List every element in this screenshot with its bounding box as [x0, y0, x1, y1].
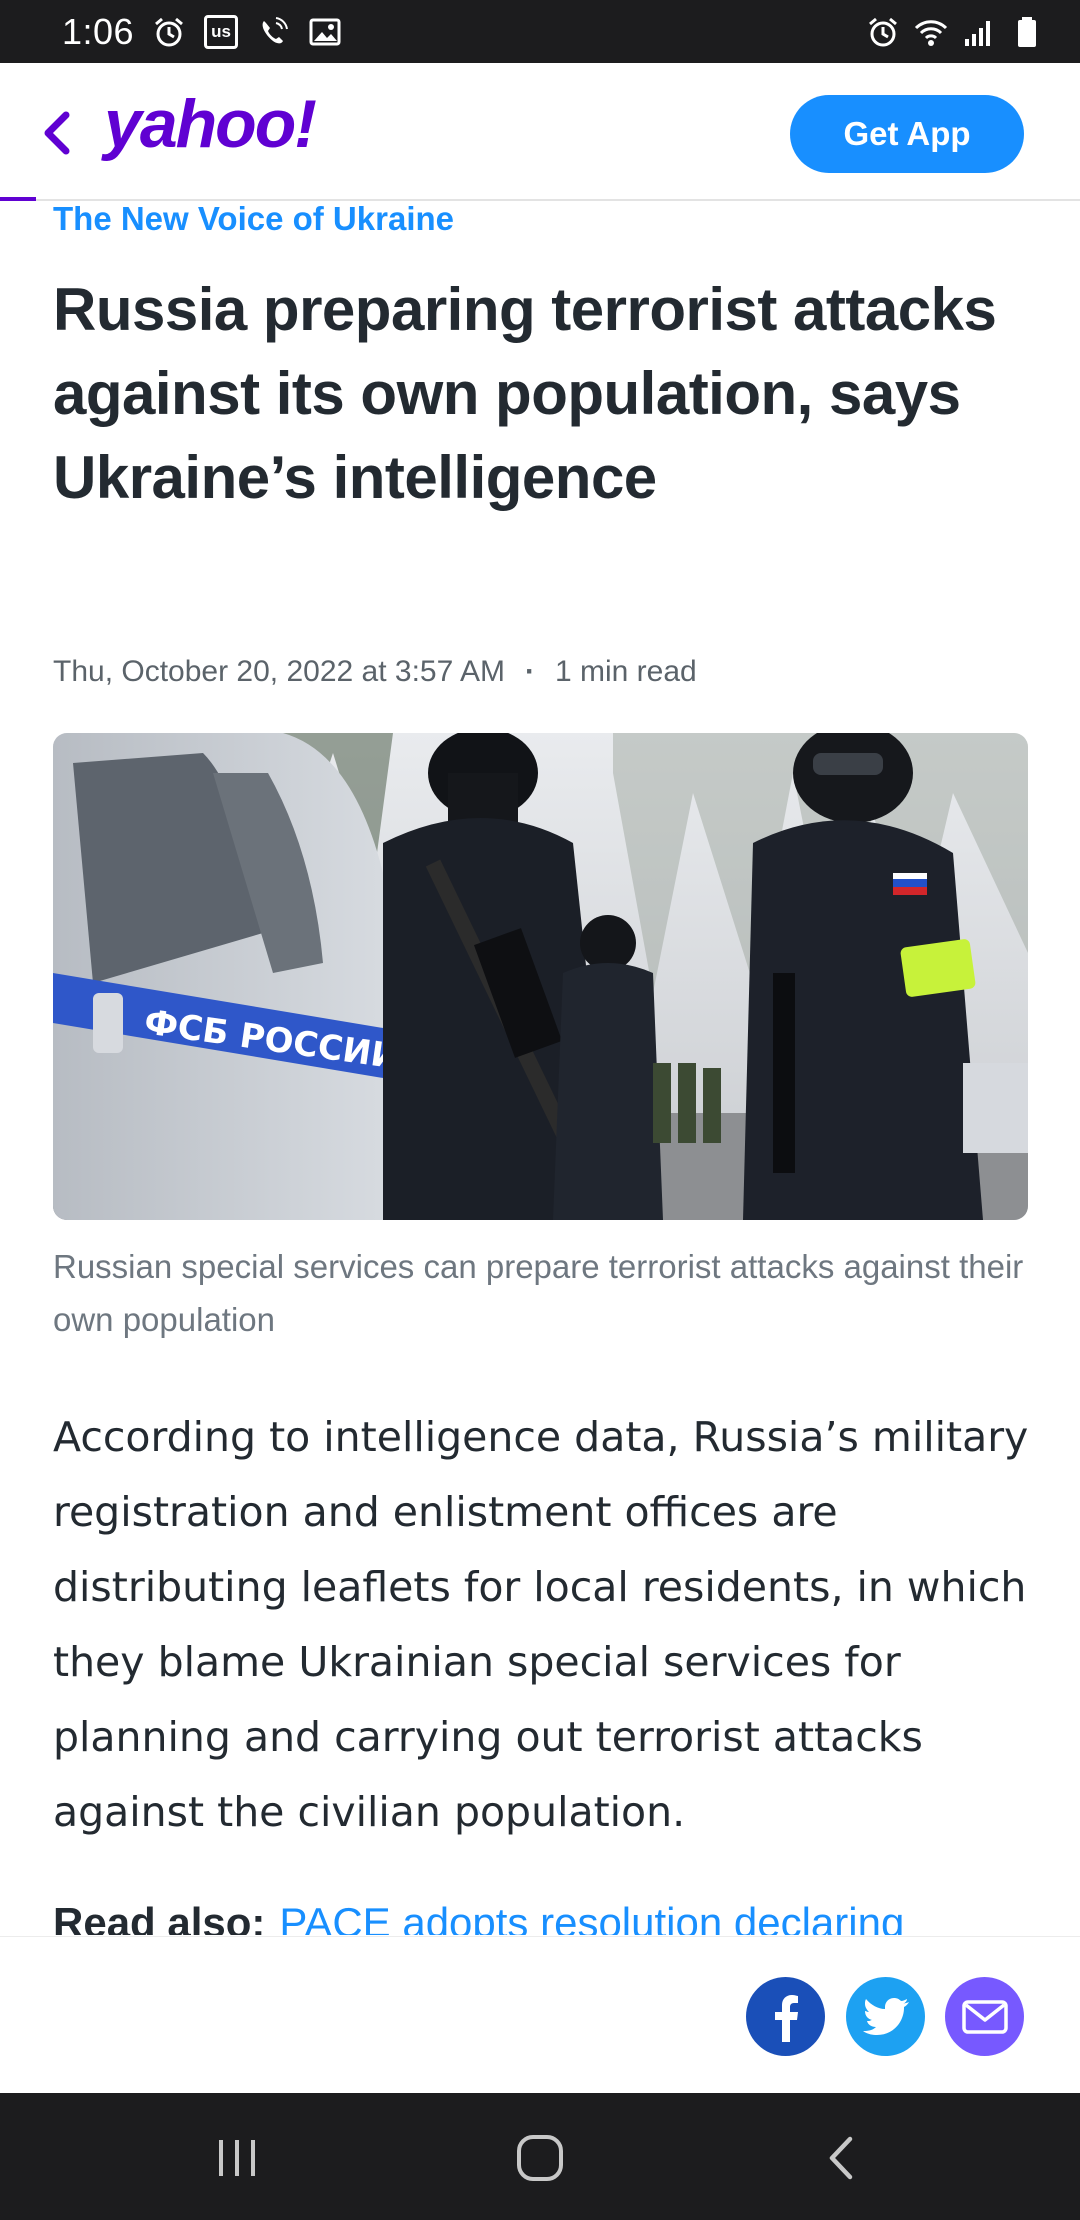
get-app-button[interactable]: Get App: [790, 95, 1024, 173]
twitter-icon: [862, 1997, 909, 2035]
us-badge-icon: us: [204, 15, 239, 49]
nav-back-button[interactable]: [807, 2123, 877, 2193]
status-left: 1:06 us: [62, 8, 342, 56]
article-date: Thu, October 20, 2022 at 3:57 AM: [53, 655, 505, 688]
mail-icon: [961, 1999, 1008, 2034]
app-header: yahoo! Get App: [0, 63, 1080, 201]
home-icon: [517, 2135, 563, 2181]
read-also-link[interactable]: PACE adopts resolution declaring: [279, 1899, 904, 1935]
back-chevron-icon[interactable]: [36, 103, 80, 163]
gallery-icon: [309, 18, 341, 46]
article-meta: Thu, October 20, 2022 at 3:57 AM · 1 min…: [53, 655, 697, 689]
alarm-icon: [869, 17, 897, 47]
status-bar: 1:06 us: [0, 0, 1080, 63]
article-hero-image[interactable]: ФСБ РОССИИ: [53, 733, 1028, 1220]
meta-separator: ·: [524, 655, 535, 688]
article-headline: Russia preparing terrorist attacks again…: [53, 276, 997, 511]
yahoo-logo[interactable]: yahoo!: [104, 85, 317, 163]
alarm-icon: [155, 17, 184, 47]
article-read-time: 1 min read: [554, 655, 697, 688]
image-caption: Russian special services can prepare ter…: [53, 1248, 1024, 1338]
share-email-button[interactable]: [945, 1977, 1024, 2056]
us-badge-text: us: [211, 22, 231, 41]
status-right: [866, 8, 1044, 56]
recent-apps-icon: [219, 2140, 255, 2176]
status-time: 1:06: [62, 11, 135, 52]
facebook-icon: [774, 1994, 798, 2042]
read-also: Read also: PACE adopts resolution declari…: [53, 1895, 1053, 1935]
android-nav-bar: [0, 2093, 1080, 2220]
battery-icon: [1018, 17, 1036, 47]
signal-icon: [965, 21, 990, 46]
share-bar: [0, 1936, 1080, 2093]
article-provider[interactable]: The New Voice of Ukraine: [53, 200, 454, 238]
read-also-label: Read also:: [53, 1899, 266, 1935]
reading-progress-bar: [0, 197, 36, 201]
back-icon: [829, 2136, 853, 2180]
home-button[interactable]: [505, 2123, 575, 2193]
wifi-call-icon: [262, 17, 289, 44]
share-facebook-button[interactable]: [746, 1977, 825, 2056]
article-body-paragraph: According to intelligence data, Russia’s…: [53, 1413, 1029, 1836]
wifi-icon: [914, 20, 948, 46]
recent-apps-button[interactable]: [203, 2123, 273, 2193]
hero-photo: ФСБ РОССИИ: [53, 733, 1028, 1220]
share-twitter-button[interactable]: [846, 1977, 925, 2056]
